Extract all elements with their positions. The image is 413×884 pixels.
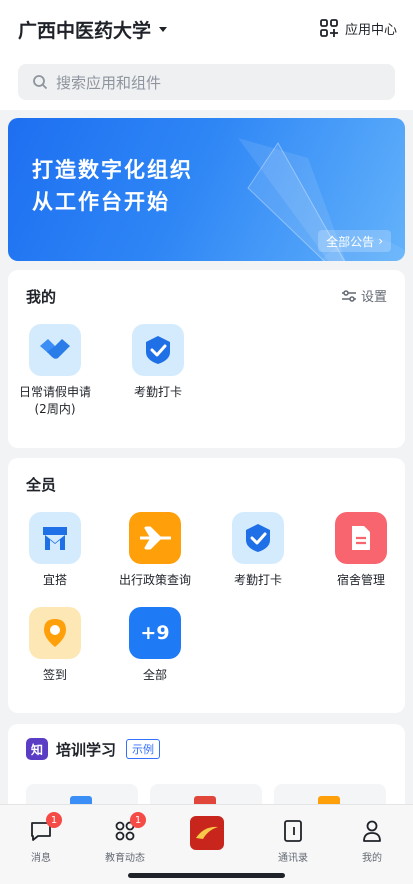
tab-messages[interactable]: 1 消息 bbox=[6, 812, 76, 864]
training-card: 知 培训学习 示例 bbox=[8, 724, 405, 824]
yida-icon bbox=[29, 512, 81, 564]
app-center-label: 应用中心 bbox=[344, 22, 397, 38]
search-bar-area: 搜索应用和组件 bbox=[0, 58, 413, 110]
app-label: 出行政策查询 bbox=[118, 573, 191, 587]
checkin-icon bbox=[132, 324, 184, 376]
training-title: 培训学习 bbox=[56, 740, 117, 759]
app-travel-policy[interactable]: 出行政策查询 bbox=[108, 512, 202, 589]
sliders-icon bbox=[341, 289, 356, 302]
tab-label: 通讯录 bbox=[278, 853, 308, 864]
bottom-tab-bar: 1 消息 1 教育动态 通讯录 我的 bbox=[0, 804, 413, 884]
app-center-button[interactable]: 应用中心 bbox=[319, 18, 397, 38]
more-count-text: +9 bbox=[140, 622, 170, 644]
knowledge-icon: 知 bbox=[26, 738, 48, 760]
app-attendance[interactable]: 考勤打卡 bbox=[111, 324, 205, 401]
caret-down-icon bbox=[159, 27, 168, 32]
app-sign-in[interactable]: 签到 bbox=[8, 607, 102, 684]
university-logo-icon bbox=[190, 816, 224, 850]
my-apps-card: 我的 设置 日常请假申请 (2周内) 考勤打卡 bbox=[8, 270, 405, 448]
example-tag: 示例 bbox=[126, 739, 161, 759]
app-grid-icon bbox=[320, 19, 338, 37]
tab-edu-news[interactable]: 1 教育动态 bbox=[90, 812, 160, 864]
app-dorm-management[interactable]: 宿舍管理 bbox=[314, 512, 408, 589]
handshake-icon bbox=[29, 324, 81, 376]
app-label: 考勤打卡 bbox=[133, 385, 182, 399]
user-icon bbox=[363, 820, 381, 842]
app-leave-request[interactable]: 日常请假申请 (2周内) bbox=[8, 324, 102, 418]
my-section-title: 我的 bbox=[26, 288, 57, 306]
more-count-icon: +9 bbox=[129, 607, 181, 659]
app-yida[interactable]: 宜搭 bbox=[8, 512, 102, 589]
banner-line2: 从工作台开始 bbox=[32, 190, 170, 214]
unread-badge: 1 bbox=[46, 812, 62, 828]
search-placeholder: 搜索应用和组件 bbox=[56, 73, 162, 92]
training-header[interactable]: 知 培训学习 示例 bbox=[26, 738, 161, 760]
settings-button[interactable]: 设置 bbox=[341, 286, 387, 305]
location-pin-icon bbox=[29, 607, 81, 659]
search-input[interactable]: 搜索应用和组件 bbox=[18, 64, 395, 100]
app-label: 考勤打卡 bbox=[233, 573, 282, 587]
all-announcements-button[interactable]: 全部公告 › bbox=[318, 230, 391, 252]
all-announcements-label: 全部公告 bbox=[326, 234, 375, 249]
announcement-banner[interactable]: 打造数字化组织 从工作台开始 全部公告 › bbox=[8, 118, 405, 261]
contacts-book-icon bbox=[284, 820, 302, 842]
search-icon bbox=[33, 75, 48, 90]
checkin-icon bbox=[232, 512, 284, 564]
home-indicator bbox=[128, 873, 285, 878]
app-attendance-2[interactable]: 考勤打卡 bbox=[211, 512, 305, 589]
airplane-icon bbox=[129, 512, 181, 564]
tab-label: 我的 bbox=[362, 853, 382, 864]
app-label: 签到 bbox=[42, 668, 67, 682]
banner-line1: 打造数字化组织 bbox=[32, 158, 193, 182]
app-label: 日常请假申请 (2周内) bbox=[18, 385, 91, 416]
app-all[interactable]: +9 全部 bbox=[108, 607, 202, 684]
tab-label: 教育动态 bbox=[105, 853, 145, 864]
tab-label: 消息 bbox=[31, 853, 51, 864]
app-label: 全部 bbox=[142, 668, 167, 682]
chevron-right-icon: › bbox=[378, 234, 383, 248]
org-switcher[interactable]: 广西中医药大学 bbox=[18, 16, 168, 43]
unread-badge: 1 bbox=[130, 812, 146, 828]
all-staff-card: 全员 宜搭 出行政策查询 考勤打卡 宿舍管理 签到 +9 全部 bbox=[8, 458, 405, 713]
top-header: 广西中医药大学 应用中心 bbox=[0, 0, 413, 58]
tab-contacts[interactable]: 通讯录 bbox=[258, 817, 328, 864]
document-icon bbox=[335, 512, 387, 564]
app-label: 宿舍管理 bbox=[336, 573, 385, 587]
org-name: 广西中医药大学 bbox=[18, 20, 152, 42]
all-staff-title: 全员 bbox=[26, 476, 57, 494]
settings-label: 设置 bbox=[360, 290, 387, 305]
tab-me[interactable]: 我的 bbox=[337, 817, 407, 864]
app-label: 宜搭 bbox=[42, 573, 67, 587]
tab-university-home[interactable] bbox=[172, 815, 242, 851]
